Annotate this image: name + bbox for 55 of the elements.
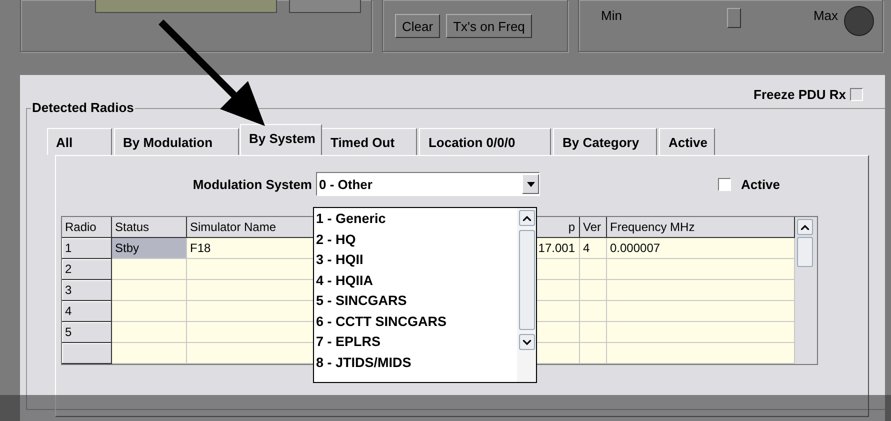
freeze-label: Freeze PDU Rx — [754, 87, 846, 102]
tab[interactable]: By Modulation — [114, 128, 239, 155]
tab[interactable]: Timed Out — [321, 128, 418, 155]
list-item[interactable]: 5 - SINCGARS — [316, 291, 517, 312]
tab[interactable]: Active — [659, 128, 715, 155]
scroll-thumb[interactable] — [797, 237, 813, 267]
chevron-up-icon — [522, 216, 530, 220]
button[interactable]: Clear — [395, 14, 440, 38]
min-label: Min — [601, 7, 622, 23]
row-header[interactable]: 3 — [62, 280, 112, 301]
table-cell: 4 — [580, 238, 607, 259]
scroll-down-button[interactable] — [518, 334, 534, 350]
text-field[interactable] — [95, 0, 277, 13]
tab[interactable]: By System — [240, 124, 322, 155]
row-header[interactable]: 5 — [62, 322, 112, 343]
table-cell: Stby — [112, 238, 187, 259]
scroll-up-button[interactable] — [797, 219, 813, 235]
scrollbar[interactable] — [517, 208, 536, 382]
dropdown[interactable]: 0 - Other — [316, 172, 540, 196]
row-header[interactable]: 1 — [62, 238, 112, 259]
checkbox[interactable] — [718, 178, 731, 190]
arrow-icon — [158, 19, 266, 127]
tab[interactable]: By Category — [553, 128, 658, 155]
table-cell — [580, 301, 607, 322]
column-header: Frequency MHz — [607, 217, 795, 238]
list-item[interactable]: 4 - HQIIA — [316, 270, 517, 291]
checkbox[interactable] — [850, 88, 863, 101]
column-header: Status — [112, 217, 187, 238]
chevron-down-icon — [522, 340, 530, 344]
scroll-thumb[interactable] — [518, 230, 534, 330]
scroll-up-button[interactable] — [518, 210, 534, 226]
group-title: Detected Radios — [31, 100, 135, 115]
column-header: Radio — [62, 217, 112, 238]
table-cell — [580, 343, 607, 364]
tab[interactable]: Location 0/0/0 — [419, 128, 552, 155]
row-header[interactable]: 2 — [62, 259, 112, 280]
table-cell — [580, 322, 607, 343]
max-label: Max — [813, 7, 838, 23]
chevron-up-icon — [801, 224, 809, 230]
list-item[interactable]: 7 - EPLRS — [316, 332, 517, 352]
list-item[interactable]: 8 - JTIDS/MIDS — [316, 352, 517, 373]
row-header[interactable] — [62, 343, 112, 364]
active-label: Active — [741, 176, 780, 192]
button[interactable]: Tx's on Freq — [446, 14, 532, 38]
row-header[interactable]: 4 — [62, 301, 112, 322]
modulation-label: Modulation System — [192, 176, 312, 192]
column-header: Ver — [580, 217, 607, 238]
table-cell: 0.000007 — [607, 238, 795, 259]
table-cell — [580, 259, 607, 280]
button[interactable] — [289, 0, 361, 13]
tab[interactable]: All — [47, 128, 112, 155]
list-item[interactable]: 6 - CCTT SINCGARS — [316, 312, 517, 332]
table-cell — [580, 280, 607, 301]
slider-thumb[interactable] — [726, 8, 741, 28]
indicator-light — [844, 6, 874, 36]
